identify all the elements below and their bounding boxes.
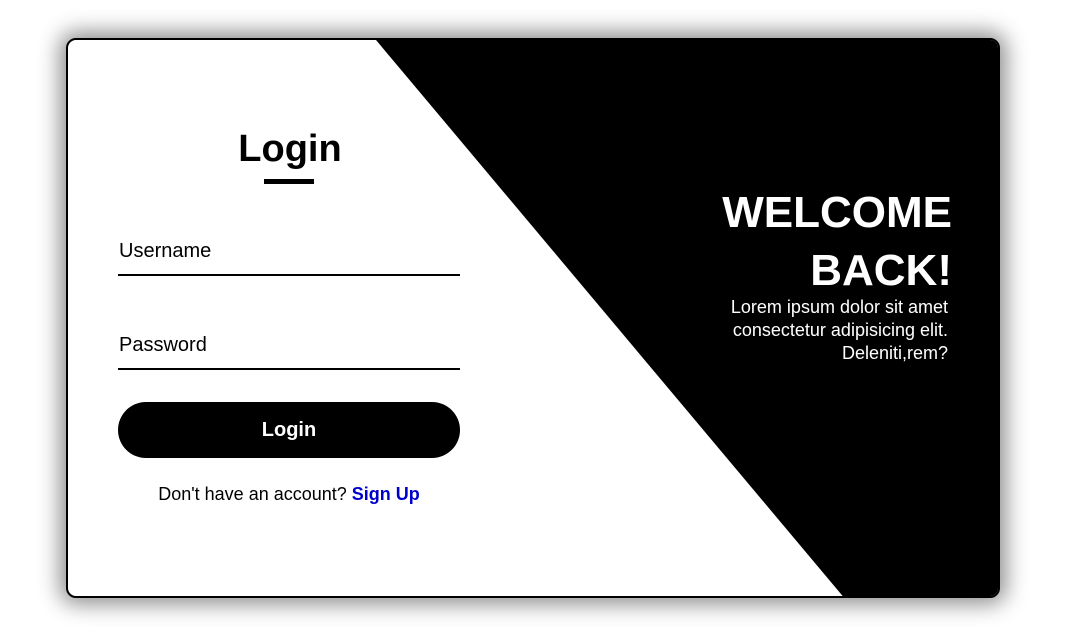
welcome-heading: WELCOME BACK! [652, 184, 952, 300]
password-field [118, 328, 460, 370]
username-input[interactable] [118, 234, 460, 274]
username-field [118, 234, 460, 276]
welcome-line-2: BACK! [810, 246, 952, 295]
password-input[interactable] [118, 328, 460, 368]
title-underline [264, 179, 314, 184]
welcome-line-1: WELCOME [722, 188, 952, 237]
login-title: Login [238, 128, 342, 170]
login-card: Login Login Don't have an account? Sign … [66, 38, 1000, 598]
signup-link[interactable]: Sign Up [352, 484, 420, 504]
signup-prompt: Don't have an account? Sign Up [118, 484, 460, 505]
signup-prompt-text: Don't have an account? [158, 484, 347, 504]
welcome-text: Lorem ipsum dolor sit amet consectetur a… [730, 297, 948, 363]
login-button[interactable]: Login [118, 402, 460, 458]
